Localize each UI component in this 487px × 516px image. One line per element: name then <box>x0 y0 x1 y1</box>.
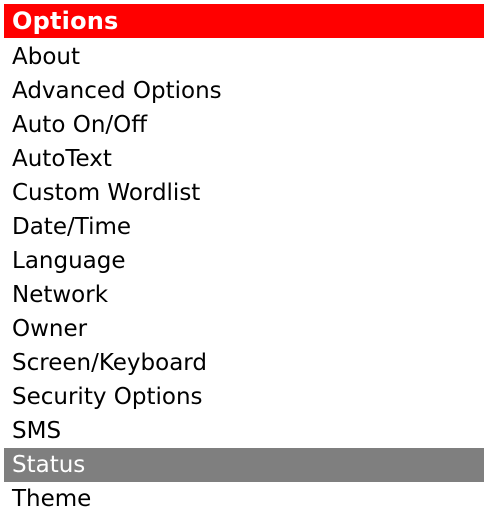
menu-item-theme[interactable]: Theme <box>4 482 484 516</box>
menu-item-language[interactable]: Language <box>4 244 484 278</box>
menu-item-security-options[interactable]: Security Options <box>4 380 484 414</box>
options-menu-list: About Advanced Options Auto On/Off AutoT… <box>4 40 484 516</box>
menu-item-owner[interactable]: Owner <box>4 312 484 346</box>
options-screen: Options About Advanced Options Auto On/O… <box>0 0 487 515</box>
menu-item-screen-keyboard[interactable]: Screen/Keyboard <box>4 346 484 380</box>
menu-item-status[interactable]: Status <box>4 448 484 482</box>
menu-item-advanced-options[interactable]: Advanced Options <box>4 74 484 108</box>
menu-item-auto-on-off[interactable]: Auto On/Off <box>4 108 484 142</box>
title-bar: Options <box>4 4 484 38</box>
menu-item-date-time[interactable]: Date/Time <box>4 210 484 244</box>
menu-item-custom-wordlist[interactable]: Custom Wordlist <box>4 176 484 210</box>
menu-item-network[interactable]: Network <box>4 278 484 312</box>
menu-item-sms[interactable]: SMS <box>4 414 484 448</box>
screen-title: Options <box>12 7 119 35</box>
menu-item-autotext[interactable]: AutoText <box>4 142 484 176</box>
menu-item-about[interactable]: About <box>4 40 484 74</box>
